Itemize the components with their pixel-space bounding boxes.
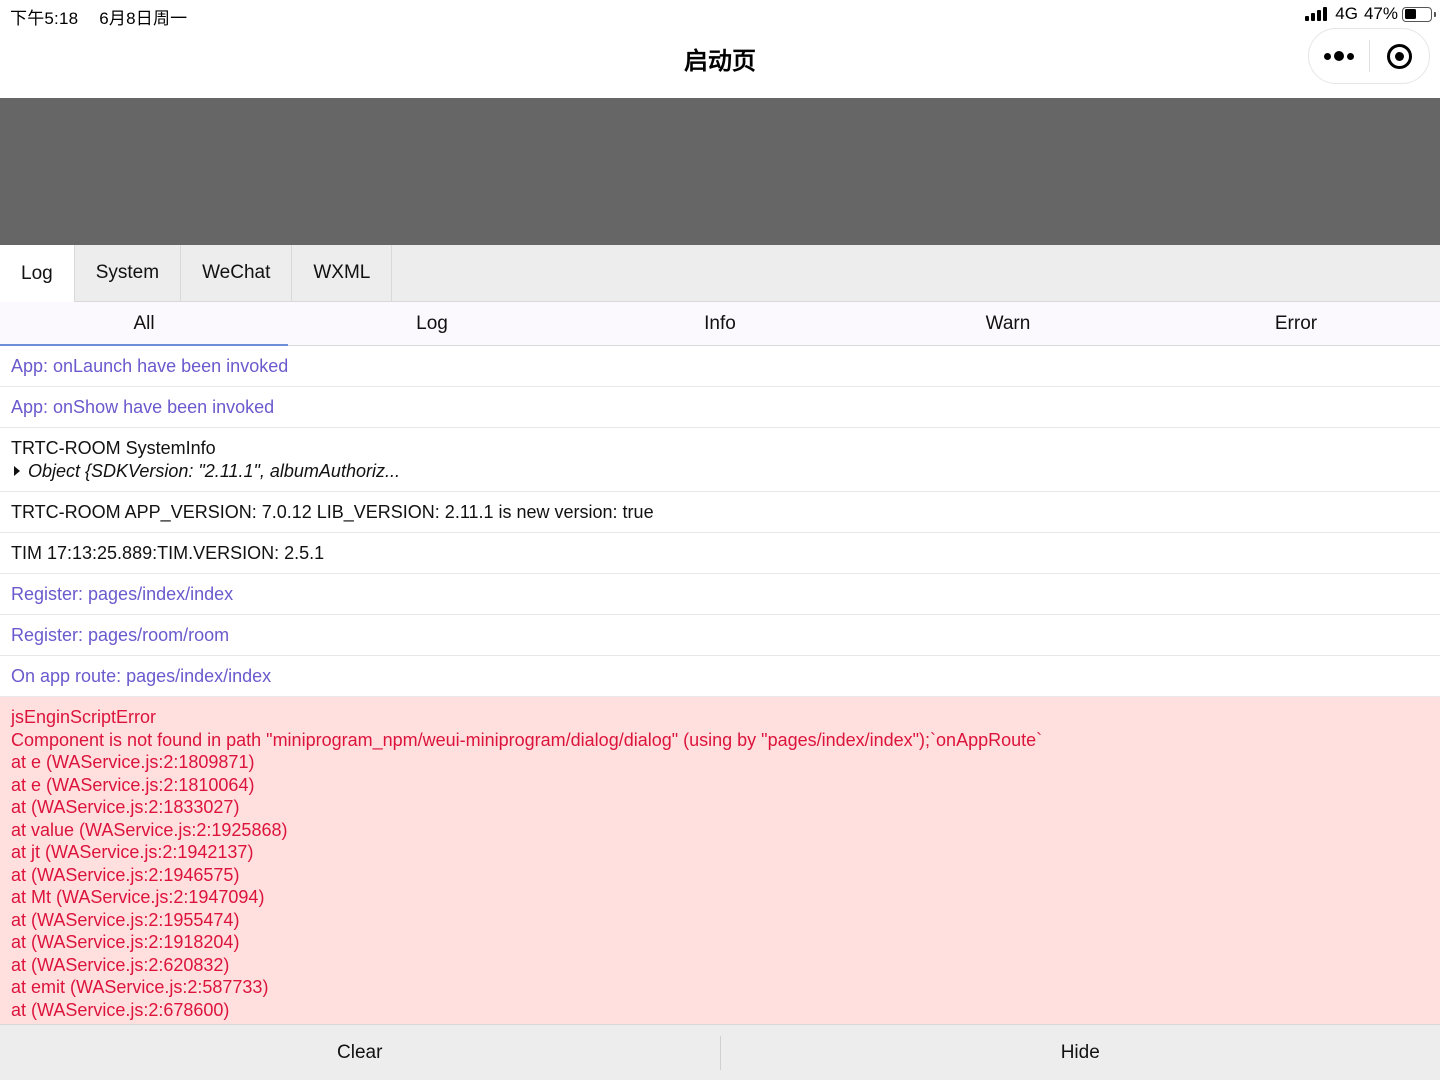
filter-log[interactable]: Log <box>288 302 576 345</box>
object-preview-text: Object {SDKVersion: "2.11.1", albumAutho… <box>28 460 400 481</box>
console-tabbar: Log System WeChat WXML <box>0 245 1440 302</box>
status-time: 下午5:18 <box>10 9 79 28</box>
menu-capsule <box>1308 28 1430 84</box>
stack-line: at e (WAService.js:2:1810064) <box>11 774 255 795</box>
stack-line: at (WAService.js:2:1918204) <box>11 932 240 952</box>
log-filter-bar: All Log Info Warn Error <box>0 302 1440 346</box>
console-panel: Log System WeChat WXML All Log Info Warn… <box>0 245 1440 1080</box>
stack-line: at e (WAService.js:2:1809871) <box>11 752 255 772</box>
tab-system[interactable]: System <box>75 245 182 301</box>
expand-caret-icon <box>14 465 20 476</box>
log-item: TRTC-ROOM APP_VERSION: 7.0.12 LIB_VERSIO… <box>0 492 1440 533</box>
stack-line: at (WAService.js:2:678600) <box>11 999 230 1020</box>
close-button[interactable] <box>1370 29 1429 83</box>
filter-warn[interactable]: Warn <box>864 302 1152 345</box>
hide-button[interactable]: Hide <box>721 1025 1440 1080</box>
page-content <box>0 98 1440 245</box>
stack-line: at value (WAService.js:2:1925868) <box>11 819 288 840</box>
page-title: 启动页 <box>684 47 756 75</box>
filter-all[interactable]: All <box>0 302 288 346</box>
status-indicators: 4G 47% <box>1305 4 1436 24</box>
navigation-bar: 启动页 <box>0 28 1440 98</box>
status-bar: 下午5:18 6月8日周一 4G 47% <box>0 0 1440 28</box>
filter-error[interactable]: Error <box>1152 302 1440 345</box>
battery-level <box>1404 9 1417 19</box>
error-log-item: jsEnginScriptError Component is not foun… <box>0 697 1440 1025</box>
status-datetime: 下午5:18 6月8日周一 <box>10 4 187 29</box>
console-toolbar: Clear Hide <box>0 1024 1440 1080</box>
log-item: TRTC-ROOM SystemInfo Object {SDKVersion:… <box>0 428 1440 492</box>
log-item: On app route: pages/index/index <box>0 656 1440 697</box>
status-date: 6月8日周一 <box>99 9 188 28</box>
more-dots-icon <box>1323 51 1356 61</box>
signal-icon <box>1305 7 1329 21</box>
network-type: 4G <box>1335 4 1358 23</box>
error-line: jsEnginScriptError <box>11 707 157 727</box>
tab-wechat[interactable]: WeChat <box>181 245 293 301</box>
stack-line: at (WAService.js:2:1833027) <box>11 797 240 817</box>
log-item: App: onLaunch have been invoked <box>0 346 1440 387</box>
tab-log[interactable]: Log <box>0 245 75 302</box>
battery-percent: 47% <box>1363 4 1398 23</box>
stack-line: at Mt (WAService.js:2:1947094) <box>11 887 265 907</box>
log-item: App: onShow have been invoked <box>0 387 1440 428</box>
record-circle-icon <box>1387 43 1412 69</box>
stack-line: at (WAService.js:2:1955474) <box>11 909 240 930</box>
filter-info[interactable]: Info <box>576 302 864 345</box>
object-preview[interactable]: Object {SDKVersion: "2.11.1", albumAutho… <box>11 460 1429 483</box>
stack-line: at emit (WAService.js:2:587733) <box>11 977 269 997</box>
log-item: TIM 17:13:25.889:TIM.VERSION: 2.5.1 <box>0 533 1440 574</box>
battery-icon <box>1402 6 1436 22</box>
log-text: TRTC-ROOM SystemInfo <box>11 438 216 458</box>
log-list[interactable]: App: onLaunch have been invoked App: onS… <box>0 346 1440 1025</box>
stack-line: at (WAService.js:2:620832) <box>11 954 230 975</box>
more-button[interactable] <box>1309 29 1369 83</box>
tab-wxml[interactable]: WXML <box>292 245 393 301</box>
clear-button[interactable]: Clear <box>0 1025 720 1080</box>
stack-line: at jt (WAService.js:2:1942137) <box>11 842 254 862</box>
stack-line: at (WAService.js:2:1946575) <box>11 864 240 885</box>
log-item: Register: pages/room/room <box>0 615 1440 656</box>
log-item: Register: pages/index/index <box>0 574 1440 615</box>
error-line: Component is not found in path "miniprog… <box>11 729 1043 750</box>
